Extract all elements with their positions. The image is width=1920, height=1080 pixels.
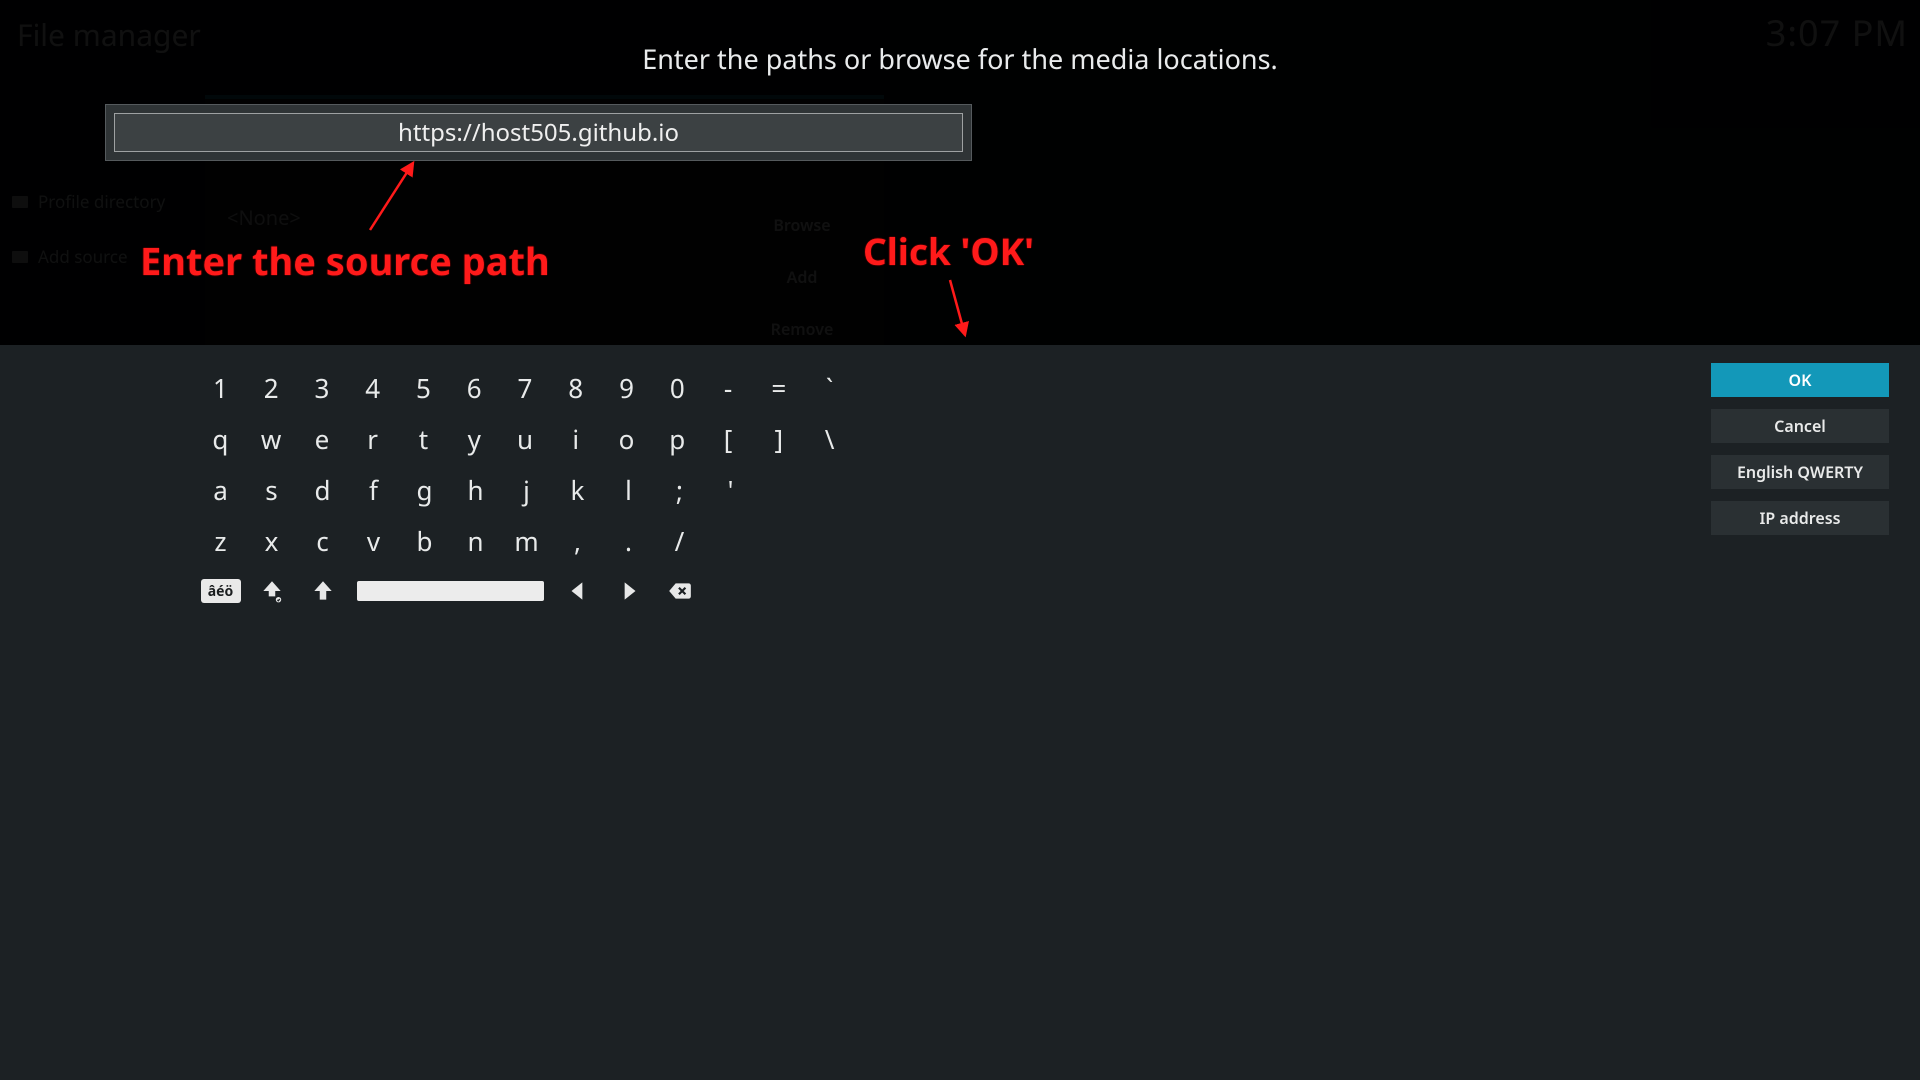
- key-l[interactable]: l: [603, 464, 654, 515]
- cancel-button[interactable]: Cancel: [1711, 409, 1889, 443]
- keyboard-row: 1234567890-=`: [195, 362, 855, 413]
- key-q[interactable]: q: [195, 413, 246, 464]
- key-h[interactable]: h: [450, 464, 501, 515]
- key-w[interactable]: w: [246, 413, 297, 464]
- key-j[interactable]: j: [501, 464, 552, 515]
- key-t[interactable]: t: [398, 413, 449, 464]
- key-'[interactable]: ': [705, 464, 756, 515]
- key-i[interactable]: i: [550, 413, 601, 464]
- keyboard-row: asdfghjkl;': [195, 464, 855, 515]
- accents-label: âéö: [201, 579, 241, 603]
- spacebar-icon: [357, 581, 544, 601]
- keyboard-row: qwertyuiop[]\: [195, 413, 855, 464]
- key-1[interactable]: 1: [195, 362, 246, 413]
- backspace-key[interactable]: [654, 570, 705, 612]
- key-y[interactable]: y: [449, 413, 500, 464]
- dialog-prompt: Enter the paths or browse for the media …: [0, 40, 1920, 77]
- annotation-enter-path: Enter the source path: [140, 235, 550, 287]
- key-=[interactable]: =: [753, 362, 804, 413]
- cursor-left-key[interactable]: [552, 570, 603, 612]
- key-;[interactable]: ;: [654, 464, 705, 515]
- key-x[interactable]: x: [246, 515, 297, 566]
- key-v[interactable]: v: [348, 515, 399, 566]
- url-input[interactable]: https://host505.github.io: [114, 113, 963, 152]
- key-9[interactable]: 9: [601, 362, 652, 413]
- key-3[interactable]: 3: [297, 362, 348, 413]
- key-r[interactable]: r: [347, 413, 398, 464]
- shift-key[interactable]: [297, 570, 348, 612]
- key-f[interactable]: f: [348, 464, 399, 515]
- key-z[interactable]: z: [195, 515, 246, 566]
- key-n[interactable]: n: [450, 515, 501, 566]
- key-k[interactable]: k: [552, 464, 603, 515]
- space-key[interactable]: [348, 570, 552, 612]
- key-\[interactable]: \: [804, 413, 855, 464]
- annotation-click-ok: Click 'OK': [863, 225, 1034, 276]
- cursor-right-key[interactable]: [603, 570, 654, 612]
- key-`[interactable]: `: [804, 362, 855, 413]
- key-,[interactable]: ,: [552, 515, 603, 566]
- caps-lock-key[interactable]: [246, 570, 297, 612]
- shift-icon: [310, 578, 336, 604]
- key-/[interactable]: /: [654, 515, 705, 566]
- key-p[interactable]: p: [652, 413, 703, 464]
- key-2[interactable]: 2: [246, 362, 297, 413]
- key-4[interactable]: 4: [347, 362, 398, 413]
- key-u[interactable]: u: [500, 413, 551, 464]
- key-[[interactable]: [: [703, 413, 754, 464]
- caps-lock-icon: [259, 578, 285, 604]
- key-5[interactable]: 5: [398, 362, 449, 413]
- key-a[interactable]: a: [195, 464, 246, 515]
- arrow-icon: [365, 155, 425, 235]
- accents-key[interactable]: âéö: [195, 570, 246, 612]
- backspace-icon: [667, 578, 693, 604]
- key-0[interactable]: 0: [652, 362, 703, 413]
- key-o[interactable]: o: [601, 413, 652, 464]
- layout-button[interactable]: English QWERTY: [1711, 455, 1889, 489]
- key-8[interactable]: 8: [550, 362, 601, 413]
- triangle-left-icon: [565, 578, 591, 604]
- arrow-icon: [945, 275, 985, 345]
- action-button-column: OK Cancel English QWERTY IP address: [1711, 363, 1889, 547]
- onscreen-keyboard: 1234567890-=`qwertyuiop[]\asdfghjkl;'zxc…: [0, 345, 1920, 1080]
- key-e[interactable]: e: [297, 413, 348, 464]
- key-7[interactable]: 7: [500, 362, 551, 413]
- key-b[interactable]: b: [399, 515, 450, 566]
- key-6[interactable]: 6: [449, 362, 500, 413]
- ok-button[interactable]: OK: [1711, 363, 1889, 397]
- key--[interactable]: -: [703, 362, 754, 413]
- keyboard-row: zxcvbnm,./: [195, 515, 855, 566]
- url-input-container: https://host505.github.io: [105, 104, 972, 161]
- key-d[interactable]: d: [297, 464, 348, 515]
- key-.[interactable]: .: [603, 515, 654, 566]
- key-m[interactable]: m: [501, 515, 552, 566]
- key-c[interactable]: c: [297, 515, 348, 566]
- key-][interactable]: ]: [753, 413, 804, 464]
- ip-button[interactable]: IP address: [1711, 501, 1889, 535]
- keyboard-bottom-row: âéö: [195, 570, 705, 612]
- triangle-right-icon: [616, 578, 642, 604]
- key-s[interactable]: s: [246, 464, 297, 515]
- key-g[interactable]: g: [399, 464, 450, 515]
